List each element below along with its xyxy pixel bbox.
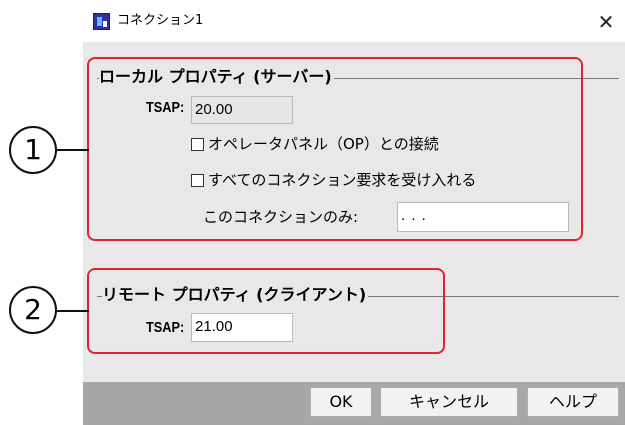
close-button[interactable]: ✕: [593, 10, 619, 34]
help-button[interactable]: ヘルプ: [527, 387, 619, 417]
title-bar[interactable]: コネクション1 ✕: [83, 2, 625, 42]
marker-1-leader: [54, 149, 89, 151]
marker-2: 2: [9, 286, 57, 334]
app-icon: [93, 13, 110, 30]
marker-2-leader: [54, 310, 89, 312]
marker-1: 1: [9, 126, 57, 174]
cancel-button[interactable]: キャンセル: [380, 387, 518, 417]
window-title: コネクション1: [117, 13, 204, 28]
remote-properties-highlight: [87, 268, 445, 354]
local-properties-highlight: [87, 57, 583, 241]
ok-button[interactable]: OK: [310, 387, 372, 417]
